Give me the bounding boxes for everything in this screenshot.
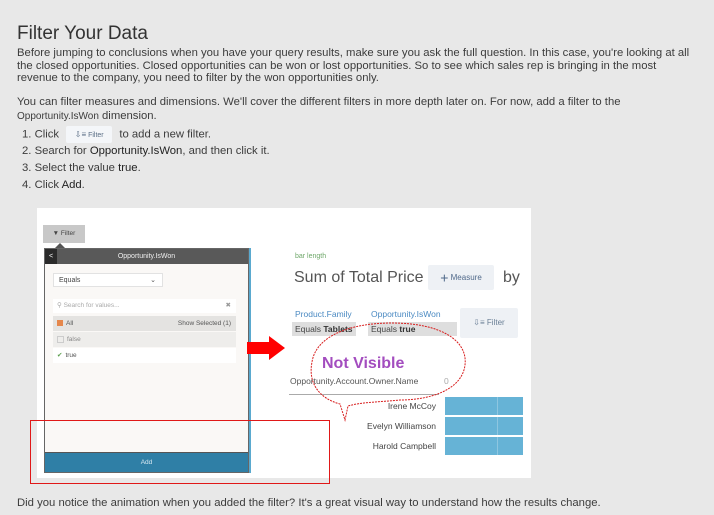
step-text: Click [34,128,60,141]
back-icon: < [45,249,57,264]
check-icon: ✔ [57,352,63,359]
clear-icon: ✖ [225,302,231,309]
filter-paragraph-tail: dimension. [98,110,157,122]
inline-filter-button: ⇩≡ Filter [66,126,113,143]
search-icon: ⚲ [57,302,62,309]
step-text: . [81,179,85,191]
highlight-box [30,420,330,484]
measure-title: Sum of Total Price [294,269,424,286]
step-2: 2. Search for Opportunity.IsWon, and the… [22,143,270,160]
by-label: by [503,269,520,286]
bar-length-label: bar length [295,253,327,260]
filter-button-label: Filter [60,230,76,237]
plus-icon: + [440,269,449,286]
add-measure-button: + Measure [428,265,494,290]
step-1: 1. Click ⇩≡ Filter to add a new filter. [22,126,270,143]
chevron-down-icon: ⌄ [150,277,156,284]
filter-button: ▼ Filter [43,225,85,248]
operator-select: Equals ⌄ [53,273,163,287]
intro-paragraph: Before jumping to conclusions when you h… [17,47,690,85]
step-text: . [137,162,141,174]
page-title: Filter Your Data [17,22,148,44]
step-text: to add a new filter. [119,128,212,141]
value-label: true [65,352,77,359]
step-number: 3. [22,162,32,174]
filter-paragraph: You can filter measures and dimensions. … [17,95,697,124]
all-row: All Show Selected (1) [53,316,236,331]
filter-sort-icon: ⇩≡ [74,130,87,139]
values-search: ⚲ Search for values... ✖ [53,299,236,313]
steps-list: 1. Click ⇩≡ Filter to add a new filter. … [22,126,270,194]
dimension-name: Opportunity.IsWon [17,111,99,122]
step-text: Search for [34,145,90,157]
not-visible-annotation: Not Visible [322,355,405,372]
operator-value: Equals [59,277,81,284]
right-arrow-icon [247,336,285,360]
search-placeholder: Search for values... [63,302,120,309]
step-text: , and then click it. [182,145,270,157]
step-number: 4. [22,179,32,191]
bar [445,437,523,455]
step-bold: true [118,162,138,174]
step-bold: Add [61,179,82,191]
all-label: All [66,320,74,327]
value-row-true: ✔ true [53,348,236,363]
step-3: 3. Select the value true. [22,160,270,177]
step-text: Click [34,179,62,191]
step-4: 4. Click Add. [22,177,270,194]
step-number: 2. [22,145,32,157]
panel-title: Opportunity.IsWon [117,253,176,260]
step-number: 1. [22,128,32,141]
panel-header: < Opportunity.IsWon [45,249,248,264]
measure-button-label: Measure [450,273,482,282]
funnel-icon: ▼ [52,230,60,237]
closing-paragraph: Did you notice the animation when you ad… [17,497,601,509]
inline-filter-label: Filter [88,132,104,139]
filter-label: Filter [486,318,505,327]
value-label: false [67,336,81,343]
filter-paragraph-text: You can filter measures and dimensions. … [17,96,621,108]
partial-checkbox-icon [57,320,63,327]
step-text: Select the value [34,162,119,174]
filter-chip-field: Opportunity.IsWon [371,309,441,319]
row-label: Harold Campbell [372,441,436,451]
step-bold: Opportunity.IsWon [89,145,183,157]
filter-chip-field: Product.Family [295,309,352,319]
value-row-false: false [53,332,236,347]
show-selected-link: Show Selected (1) [177,320,231,327]
checkbox-icon [57,335,64,343]
